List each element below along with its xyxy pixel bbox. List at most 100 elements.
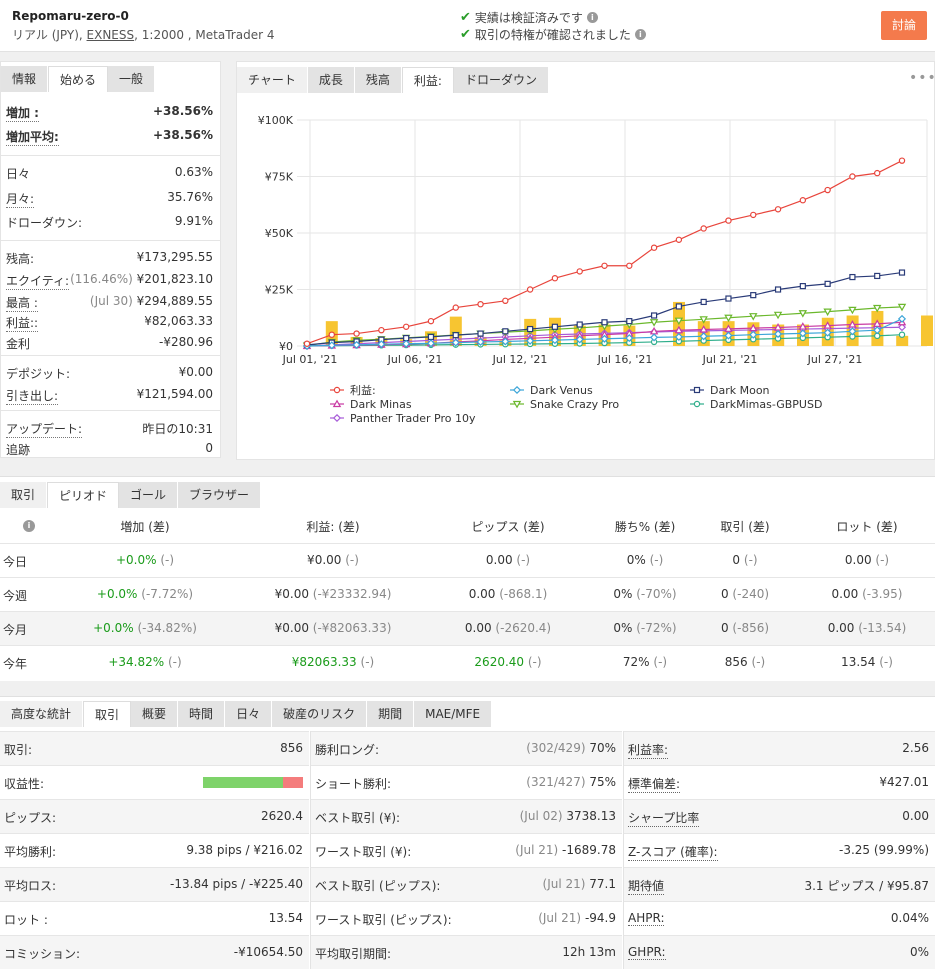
stat-value-text: -¥280.96 [159, 335, 213, 349]
legend-label: Snake Crazy Pro [530, 398, 619, 411]
series-line [306, 160, 903, 345]
legend-marker [512, 400, 522, 409]
tab-daily[interactable]: 日々 [225, 701, 273, 727]
tab-goals[interactable]: ゴール [119, 482, 179, 508]
period-diff: (-7.72%) [141, 587, 194, 601]
period-value: 0 [720, 587, 729, 601]
stat-label: 収益性: [4, 777, 45, 791]
account-name: Repomaru-zero-0 [12, 9, 129, 23]
stat-cell: GHPR: 0% [624, 935, 935, 969]
stat-row: デポジット: ¥0.00 [1, 362, 221, 383]
stat-cell: 平均ロス: -13.84 pips / -¥225.40 [0, 867, 309, 901]
stat-value: (Jul 21) 77.1 [543, 877, 616, 891]
info-icon[interactable]: i [23, 520, 35, 532]
broker-link[interactable]: EXNESS [87, 28, 135, 42]
tab-info[interactable]: 情報 [1, 66, 49, 92]
stat-value: 0 [205, 441, 213, 455]
period-value: +0.0% [96, 587, 138, 601]
divider [1, 355, 221, 356]
period-cell: 0.00 (-) [486, 553, 530, 567]
account-type: リアル (JPY), [12, 28, 87, 42]
tab-general[interactable]: 一般 [108, 66, 156, 92]
stat-value: ¥427.01 [879, 775, 929, 789]
tab-advanced-stats[interactable]: 高度な統計 [0, 701, 84, 727]
period-column-header: 増加 (差) [120, 520, 170, 534]
stat-label: 勝利ロング: [315, 743, 380, 757]
x-tick-label: Jul 21, '21 [702, 353, 758, 366]
legend-item[interactable]: DarkMimas-GBPUSD [690, 398, 822, 411]
tab-summary[interactable]: 概要 [131, 701, 179, 727]
stat-value: 0.00 [902, 809, 929, 823]
legend-item[interactable]: Dark Moon [690, 384, 770, 397]
divider [1, 155, 221, 156]
stat-value-text: 0.04% [890, 911, 929, 925]
series-point [725, 295, 732, 302]
x-tick-label: Jul 16, '21 [597, 353, 653, 366]
info-icon[interactable]: i [634, 29, 646, 40]
period-diff: (-) [653, 655, 668, 669]
stat-cell: AHPR: 0.04% [624, 901, 935, 935]
series-point [526, 286, 534, 293]
period-diff: (-¥23332.94) [312, 587, 392, 601]
legend-marker [693, 386, 701, 394]
legend-label: 利益: [350, 383, 376, 397]
stat-value-text: -1689.78 [562, 843, 616, 857]
legend-item[interactable]: Dark Venus [510, 384, 593, 397]
stat-value-text: 75% [589, 775, 616, 789]
stat-label: エクイティ: [6, 274, 70, 290]
series-point [774, 206, 782, 213]
period-cell: 0 (-856) [721, 621, 769, 635]
stat-value: ¥0.00 [179, 365, 213, 379]
tab-period[interactable]: ピリオド [47, 482, 120, 508]
tab-risk-of-ruin[interactable]: 破産のリスク [272, 701, 368, 727]
stat-value-text: 昨日の10:31 [142, 422, 213, 436]
legend-item[interactable]: Panther Trader Pro 10y [330, 412, 476, 425]
verified-track-record: ✔ 実績は検証済みです i [460, 9, 598, 26]
tab-duration[interactable]: 期間 [367, 701, 415, 727]
period-diff: (-856) [732, 621, 770, 635]
period-diff: (-13.54) [858, 621, 907, 635]
info-icon[interactable]: i [586, 12, 598, 23]
stat-value: (321/427) 75% [526, 775, 616, 789]
privileges-label: 取引の特権が確認されました [474, 28, 631, 42]
period-diff: (-) [743, 553, 758, 567]
series-point [328, 331, 335, 338]
stat-cell: ピップス: 2620.4 [0, 799, 309, 833]
tab-hours[interactable]: 時間 [178, 701, 226, 727]
legend-item[interactable]: Snake Crazy Pro [510, 398, 619, 411]
column-divider [623, 731, 624, 969]
stat-value: -3.25 (99.99%) [839, 843, 929, 857]
stat-value: 昨日の10:31 [142, 420, 213, 437]
stat-value: 0.63% [175, 165, 213, 179]
period-row: 今週 +0.0% (-7.72%) ¥0.00 (-¥23332.94) 0.00 (… [0, 577, 935, 611]
period-column-header: 勝ち% (差) [614, 520, 676, 534]
period-cell: 0.00 (-2620.4) [465, 621, 551, 635]
period-diff: (-72%) [636, 621, 677, 635]
period-cell: 0.00 (-3.95) [832, 587, 903, 601]
stat-row: 月々: 35.76% [1, 187, 221, 208]
stat-value: (Jul 21) -94.9 [538, 911, 616, 925]
stat-note: (Jul 21) [515, 843, 563, 857]
tab-browser[interactable]: ブラウザー [178, 482, 262, 508]
more-options-icon[interactable]: ••• [909, 70, 935, 86]
period-cell: 856 (-) [725, 655, 765, 669]
series-point [773, 311, 783, 320]
series-point [353, 330, 360, 337]
legend-label: Dark Minas [350, 398, 412, 411]
period-value: 72% [622, 655, 650, 669]
series-point [898, 269, 906, 276]
stat-label: Z-スコア (確率): [628, 845, 718, 861]
stat-row: アップデート: 昨日の10:31 [1, 417, 221, 438]
tab-start[interactable]: 始める [48, 66, 109, 92]
tab-trades[interactable]: 取引 [0, 482, 48, 508]
legend-item[interactable]: Dark Minas [330, 398, 412, 411]
legend-item[interactable]: 利益: [330, 383, 376, 397]
stat-value-text: ¥0.00 [178, 365, 213, 379]
stat-value: (Jul 30) ¥294,889.55 [90, 294, 213, 308]
discuss-button[interactable]: 討論 [881, 11, 927, 40]
tab-mae-mfe[interactable]: MAE/MFE [414, 701, 493, 727]
tab-trades[interactable]: 取引 [83, 701, 132, 727]
verified-label: 実績は検証済みです [474, 11, 583, 25]
column-divider [310, 731, 311, 969]
stat-row: 残高: ¥173,295.55 [1, 247, 221, 268]
